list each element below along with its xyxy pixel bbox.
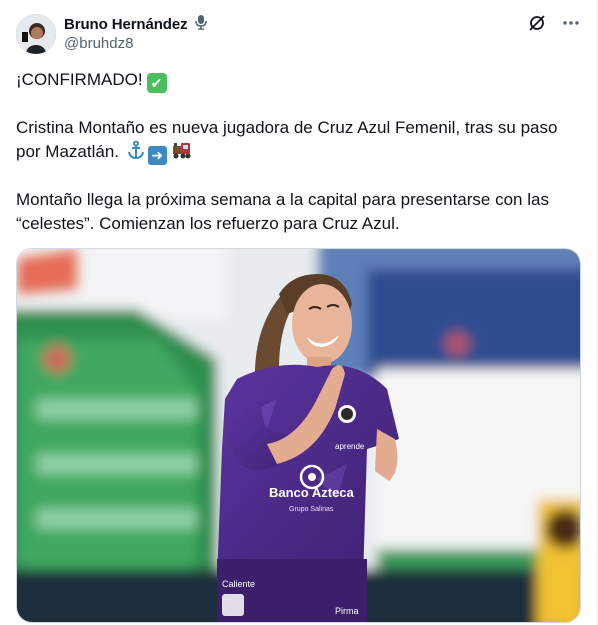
tweet-text-paragraph1: Cristina Montaño es nueva jugadora de Cr… [16,116,582,167]
train-icon [171,140,193,167]
check-mark-icon: ✔ [146,73,167,93]
tweet-text-line3a: Montaño llega la próxima semana a la cap… [16,190,549,209]
tweet-text-line2b: por Mazatlán. [16,142,119,161]
avatar[interactable] [16,14,56,54]
tweet-text-line1: ¡CONFIRMADO! ✔ [16,68,582,93]
author-handle[interactable]: @bruhdz8 [64,35,133,52]
anchor-icon [126,140,146,167]
tweet-photo[interactable]: Banco Azteca Grupo Salinas aprende Calie… [16,248,581,623]
tweet-text-confirmado: ¡CONFIRMADO! [16,70,143,89]
tweet-card[interactable]: Bruno Hernández @bruhdz8 ¡CONFIRMADO! ✔ … [0,0,598,625]
shorts-text2: Pirma [335,606,359,616]
jersey-sponsor-subtext: Grupo Salinas [289,506,334,513]
tweet-text-line3b: “celestes”. Comienzan los refuerzo para … [16,214,400,233]
shorts-text: Caliente [222,579,255,589]
right-arrow-icon: ➜ [147,145,167,165]
jersey-top-text: aprende [335,442,365,451]
tweet-text-line2a: Cristina Montaño es nueva jugadora de Cr… [16,118,558,137]
more-icon[interactable] [561,13,581,33]
grok-icon[interactable] [527,13,547,33]
jersey-sponsor-text: Banco Azteca [269,485,355,500]
microphone-icon [194,14,208,35]
author-name[interactable]: Bruno Hernández [64,16,188,33]
tweet-text-paragraph2: Montaño llega la próxima semana a la cap… [16,188,582,236]
